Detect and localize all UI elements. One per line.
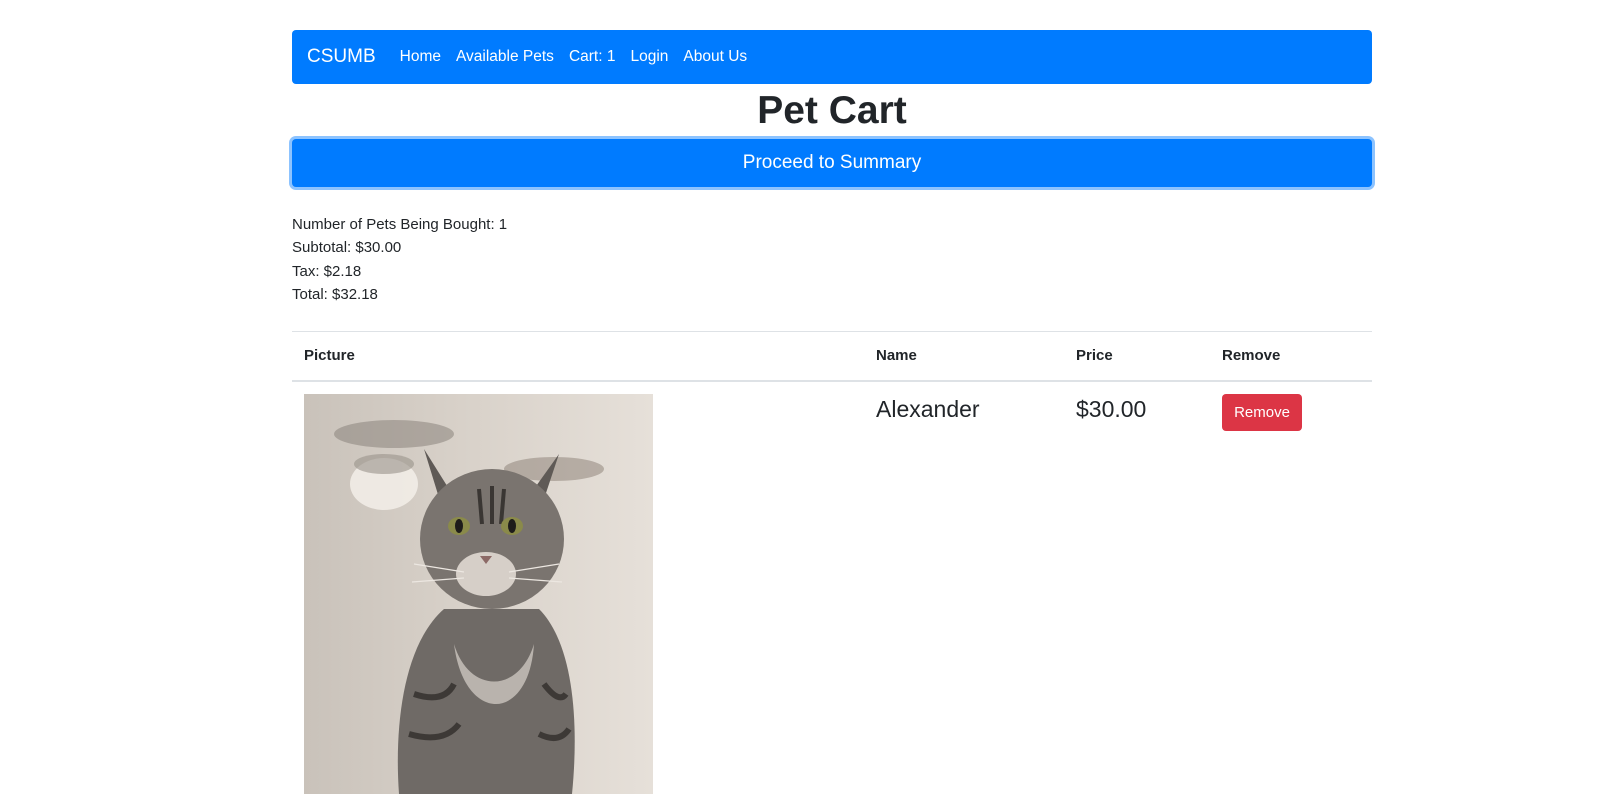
pet-price: $30.00 — [1076, 395, 1147, 422]
remove-cell: Remove — [1210, 381, 1372, 806]
pet-name: Alexander — [876, 395, 980, 422]
brand-link[interactable]: CSUMB — [307, 46, 376, 68]
page-title: Pet Cart — [757, 89, 907, 132]
subtotal-text: Subtotal: $30.00 — [292, 239, 402, 257]
nav-login[interactable]: Login — [630, 48, 668, 66]
pet-photo — [304, 393, 653, 794]
cart-summary: Number of Pets Being Bought: 1 Subtotal:… — [292, 213, 1372, 306]
header-name: Name — [864, 331, 1064, 382]
total-text: Total: $32.18 — [292, 285, 378, 303]
proceed-to-summary-button[interactable]: Proceed to Summary — [292, 139, 1372, 187]
name-cell: Alexander — [864, 381, 1064, 806]
price-cell: $30.00 — [1064, 381, 1210, 806]
nav-home[interactable]: Home — [400, 48, 441, 66]
nav-available-pets[interactable]: Available Pets — [456, 48, 554, 66]
picture-cell — [292, 381, 864, 806]
nav-cart[interactable]: Cart: 1 — [569, 48, 616, 66]
header-price: Price — [1064, 331, 1210, 382]
header-remove: Remove — [1210, 331, 1372, 382]
cart-table: Picture Name Price Remove Alexander $30.… — [292, 331, 1372, 806]
pets-count-text: Number of Pets Being Bought: 1 — [292, 216, 508, 233]
navbar: CSUMB Home Available Pets Cart: 1 Login … — [292, 30, 1372, 84]
table-row: Alexander $30.00 Remove — [292, 381, 1372, 806]
nav-about-us[interactable]: About Us — [683, 48, 747, 66]
table-header-row: Picture Name Price Remove — [292, 331, 1372, 382]
header-picture: Picture — [292, 331, 864, 382]
remove-button[interactable]: Remove — [1222, 393, 1302, 431]
tax-text: Tax: $2.18 — [292, 262, 362, 280]
page-container: CSUMB Home Available Pets Cart: 1 Login … — [292, 30, 1372, 806]
